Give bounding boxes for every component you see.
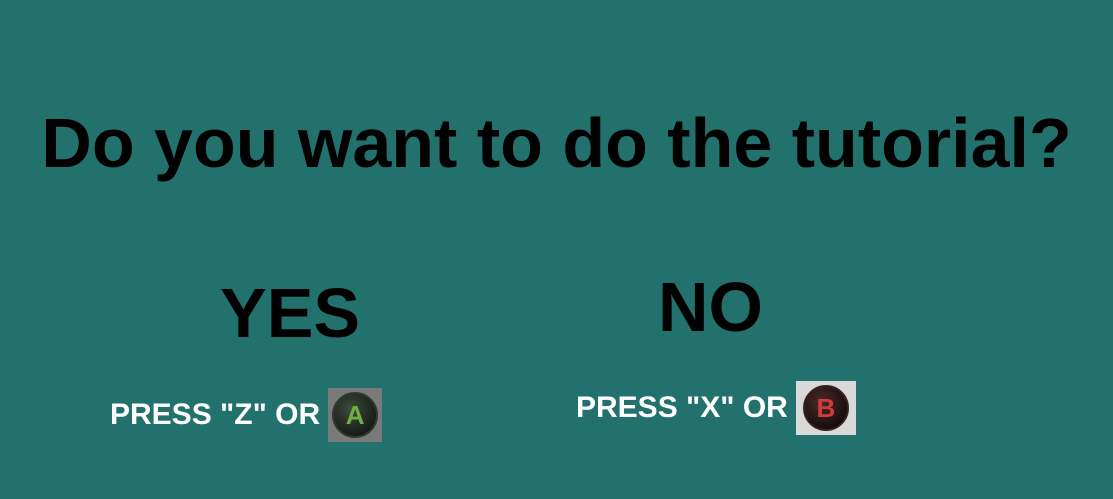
b-button-icon: B xyxy=(795,381,856,435)
yes-instruction-text: PRESS "Z" OR xyxy=(110,398,321,431)
a-button-letter: A xyxy=(332,392,379,438)
prompt-title: Do you want to do the tutorial? xyxy=(41,104,1072,182)
no-instruction: PRESS "X" OR B xyxy=(576,381,856,435)
b-button-letter: B xyxy=(802,385,849,431)
tutorial-prompt-screen: { "prompt": { "title": "Do you want to d… xyxy=(0,0,1113,499)
yes-instruction: PRESS "Z" OR A xyxy=(110,388,383,442)
no-instruction-text: PRESS "X" OR xyxy=(576,391,788,424)
yes-option[interactable]: YES xyxy=(220,278,360,348)
a-button-icon: A xyxy=(328,388,383,442)
no-option[interactable]: NO xyxy=(658,272,763,342)
